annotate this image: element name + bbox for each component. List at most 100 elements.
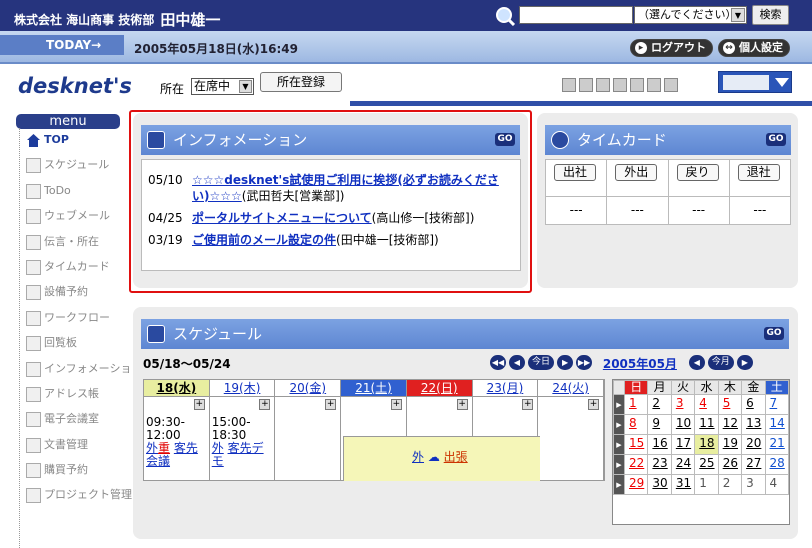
- group-icon[interactable]: [579, 78, 593, 92]
- add-icon[interactable]: +: [193, 399, 205, 410]
- calendar-day[interactable]: 25: [694, 454, 719, 475]
- calendar-day[interactable]: 26: [717, 454, 743, 475]
- calendar-day[interactable]: 13: [741, 414, 766, 435]
- week-arrow-icon[interactable]: ▶: [613, 474, 625, 495]
- calendar-day[interactable]: 1: [623, 394, 649, 415]
- next-week-fast-button[interactable]: ▶▶: [576, 355, 593, 370]
- location-select[interactable]: 在席中 ▼: [191, 78, 254, 95]
- schedule-event[interactable]: 15:00- 18:30 外 客先デモ: [212, 416, 275, 468]
- calendar-day[interactable]: 2: [647, 394, 672, 415]
- calendar-day[interactable]: 6: [741, 394, 766, 415]
- search-button[interactable]: 検索: [752, 5, 789, 25]
- add-icon[interactable]: +: [259, 399, 271, 410]
- menu-item-schedule[interactable]: スケジュール: [16, 154, 121, 179]
- add-icon[interactable]: +: [325, 399, 337, 410]
- prev-day-button[interactable]: ◀: [509, 355, 525, 370]
- calendar-day[interactable]: 16: [647, 434, 672, 455]
- calendar-day[interactable]: 8: [623, 414, 649, 435]
- week-arrow-icon[interactable]: ▶: [613, 454, 625, 475]
- menu-item-project[interactable]: プロジェクト管理: [16, 484, 132, 509]
- day-header[interactable]: 22(日): [406, 380, 472, 397]
- calendar-day[interactable]: 21: [764, 434, 790, 455]
- calendar-day[interactable]: 4: [764, 474, 790, 495]
- go-out-button[interactable]: 外出: [615, 164, 658, 181]
- menu-item-purchase[interactable]: 購買予約: [16, 459, 121, 484]
- return-button[interactable]: 戻り: [676, 164, 719, 181]
- calendar-day[interactable]: 17: [670, 434, 696, 455]
- calendar-day[interactable]: 2: [717, 474, 743, 495]
- prev-month-button[interactable]: ◀: [688, 355, 705, 370]
- trip-event[interactable]: 外 ☁ 出張: [343, 436, 540, 481]
- calendar-day[interactable]: 20: [741, 434, 766, 455]
- calendar-day[interactable]: 14: [764, 414, 790, 435]
- logout-button[interactable]: ▸ ログアウト: [630, 39, 713, 57]
- next-day-button[interactable]: ▶: [557, 355, 574, 370]
- day-header[interactable]: 23(月): [472, 380, 538, 397]
- calendar-day[interactable]: 1: [694, 474, 719, 495]
- menu-item-workflow[interactable]: ワークフロー: [16, 307, 121, 332]
- menu-item-facility[interactable]: 設備予約: [16, 281, 121, 306]
- add-icon[interactable]: +: [522, 399, 534, 410]
- calendar-day[interactable]: 11: [694, 414, 719, 435]
- add-icon[interactable]: +: [456, 399, 468, 410]
- menu-item-conference[interactable]: 電子会議室: [16, 408, 121, 433]
- day-header[interactable]: 19(木): [209, 380, 275, 397]
- menu-item-timecard[interactable]: タイムカード: [16, 256, 121, 281]
- calendar-day[interactable]: 10: [670, 414, 696, 435]
- calendar-day[interactable]: 30: [647, 474, 672, 495]
- calendar-day[interactable]: 5: [717, 394, 743, 415]
- clock-out-button[interactable]: 退社: [737, 164, 780, 181]
- menu-item-documents[interactable]: 文書管理: [16, 434, 121, 459]
- this-month-button[interactable]: 今月: [707, 355, 734, 370]
- calendar-day[interactable]: 28: [764, 454, 790, 475]
- notebook-icon[interactable]: [647, 78, 661, 92]
- calendar-day[interactable]: 27: [741, 454, 766, 475]
- calendar-day[interactable]: 15: [623, 434, 649, 455]
- calendar-day[interactable]: 22: [623, 454, 649, 475]
- search-input[interactable]: [519, 6, 633, 24]
- calendar-day[interactable]: 7: [764, 394, 790, 415]
- next-month-button[interactable]: ▶: [736, 355, 753, 370]
- menu-item-address-book[interactable]: アドレス帳: [16, 383, 121, 408]
- menu-item-circular[interactable]: 回覧板: [16, 332, 121, 357]
- memo-icon[interactable]: [613, 78, 627, 92]
- week-arrow-icon[interactable]: ▶: [613, 434, 625, 455]
- calendar-day[interactable]: 9: [647, 414, 672, 435]
- user-icon[interactable]: [562, 78, 576, 92]
- display-menu-button[interactable]: [718, 71, 792, 93]
- menu-item-information[interactable]: インフォメーション: [16, 358, 142, 383]
- add-icon[interactable]: +: [390, 399, 402, 410]
- day-header[interactable]: 18(水): [144, 380, 209, 397]
- calendar-icon[interactable]: [630, 78, 644, 92]
- week-arrow-icon[interactable]: ▶: [613, 394, 625, 415]
- go-button[interactable]: GO: [764, 327, 784, 340]
- calendar-day[interactable]: 4: [694, 394, 719, 415]
- schedule-event[interactable]: 09:30- 12:00 外重 客先会議: [146, 416, 209, 468]
- month-link[interactable]: 2005年05月: [603, 355, 677, 372]
- calendar-day[interactable]: 12: [717, 414, 743, 435]
- calendar-day[interactable]: 31: [670, 474, 696, 495]
- day-header[interactable]: 21(土): [341, 380, 406, 397]
- search-scope-select[interactable]: （選んでください） ▼: [634, 6, 747, 24]
- prev-week-fast-button[interactable]: ◀◀: [490, 355, 506, 370]
- globe-icon[interactable]: [664, 78, 678, 92]
- menu-item-todo[interactable]: ToDo: [16, 180, 121, 205]
- today-button[interactable]: 今日: [528, 355, 555, 370]
- add-icon[interactable]: +: [588, 399, 600, 410]
- calendar-day[interactable]: 19: [717, 434, 743, 455]
- search-icon[interactable]: [495, 6, 515, 26]
- calendar-day[interactable]: 23: [647, 454, 672, 475]
- week-arrow-icon[interactable]: ▶: [613, 414, 625, 435]
- go-button[interactable]: GO: [766, 133, 786, 146]
- calendar-day[interactable]: 29: [623, 474, 649, 495]
- clock-in-button[interactable]: 出社: [554, 164, 596, 181]
- calendar-day-today[interactable]: 18: [694, 434, 719, 455]
- document-icon[interactable]: [596, 78, 610, 92]
- menu-item-top[interactable]: TOP: [16, 129, 121, 154]
- day-header[interactable]: 20(金): [275, 380, 341, 397]
- calendar-day[interactable]: 3: [741, 474, 766, 495]
- calendar-day[interactable]: 3: [670, 394, 696, 415]
- menu-item-webmail[interactable]: ウェブメール: [16, 205, 121, 230]
- personal-settings-button[interactable]: ↔ 個人設定: [718, 39, 790, 57]
- menu-item-messages[interactable]: 伝言・所在: [16, 231, 121, 256]
